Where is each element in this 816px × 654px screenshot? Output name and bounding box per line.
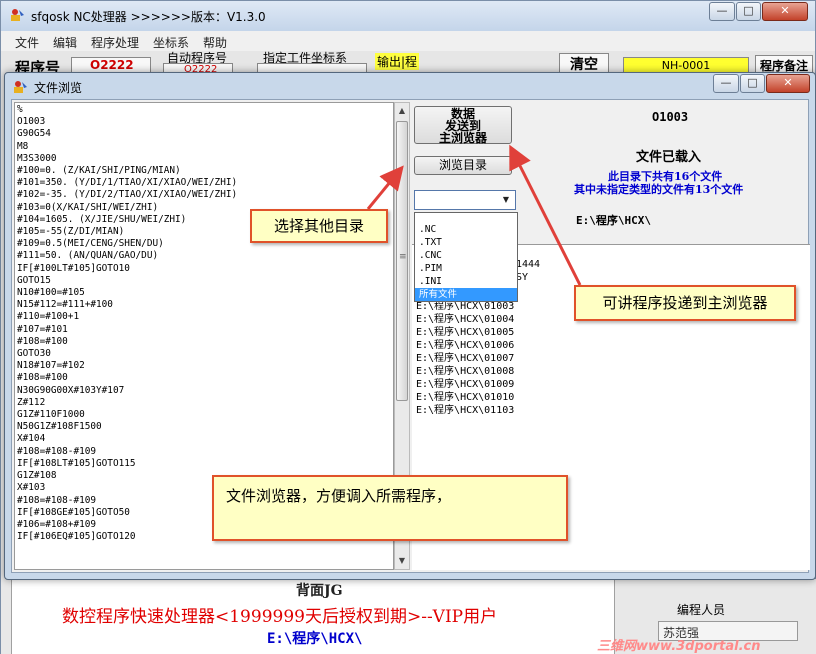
scroll-up-arrow-icon[interactable]: ▲ [396, 104, 408, 118]
bottom-subtitle: 背面JG [296, 583, 343, 599]
dialog-close-button[interactable]: ✕ [766, 74, 810, 93]
scrollbar-grip-icon: ≡ [399, 252, 407, 262]
main-titlebar: sfqosk NC处理器 >>>>>>版本：V1.3.0 — □ ✕ [1, 1, 815, 31]
main-maximize-button[interactable]: □ [736, 2, 761, 21]
menu-file[interactable]: 文件 [15, 34, 39, 51]
filter-option-txt[interactable]: .TXT [415, 236, 517, 249]
bottom-info-panel: 背面JG 数控程序快速处理器<1999999天后授权到期>--VIP用户 E:\… [11, 579, 615, 654]
filter-option-ini[interactable]: .INI [415, 275, 517, 288]
chevron-down-icon[interactable]: ▼ [499, 193, 513, 207]
list-item[interactable]: 1444 [516, 259, 540, 270]
app-logo-icon [11, 9, 24, 21]
output-label: 输出|程 [375, 53, 420, 70]
callout-file-browser: 文件浏览器，方便调入所需程序， [212, 475, 568, 541]
unspecified-file-count: 其中未指定类型的文件有13个文件 [574, 183, 744, 196]
main-window-title: sfqosk NC处理器 >>>>>>版本：V1.3.0 [31, 10, 266, 24]
filter-option-nc[interactable]: .NC [415, 223, 517, 236]
dialog-minimize-button[interactable]: — [713, 74, 739, 93]
callout-send-to-main: 可讲程序投递到主浏览器 [574, 285, 796, 321]
filter-option-all[interactable]: 所有文件 [415, 288, 517, 301]
menu-edit[interactable]: 编辑 [53, 34, 77, 51]
scrollbar-thumb[interactable]: ≡ [396, 121, 408, 401]
current-directory: E:\程序\HCX\ [576, 214, 651, 227]
file-type-dropdown: .NC .TXT .CNC .PIM .INI 所有文件 [414, 212, 518, 302]
menu-program-process[interactable]: 程序处理 [91, 34, 139, 51]
list-item[interactable]: E:\程序\HCX\01103 [416, 401, 514, 416]
main-bottom-area: 背面JG 数控程序快速处理器<1999999天后授权到期>--VIP用户 E:\… [1, 579, 816, 654]
dialog-titlebar[interactable]: 文件浏览 — □ ✕ [5, 73, 815, 99]
callout-select-directory: 选择其他目录 [250, 209, 388, 243]
loaded-program-number: O1003 [652, 110, 689, 124]
loaded-status-text: 文件已载入 [636, 150, 702, 165]
main-close-button[interactable]: ✕ [762, 2, 808, 21]
license-banner: 数控程序快速处理器<1999999天后授权到期>--VIP用户 [62, 607, 498, 627]
current-path-label: E:\程序\HCX\ [267, 631, 363, 647]
filter-option-pim[interactable]: .PIM [415, 262, 517, 275]
dialog-maximize-button[interactable]: □ [740, 74, 765, 93]
browse-directory-button[interactable]: 浏览目录 [414, 156, 512, 175]
dialog-app-icon [14, 81, 27, 93]
send-to-main-browser-button[interactable]: 数据 发送到 主浏览器 [414, 106, 512, 144]
filter-option-cnc[interactable]: .CNC [415, 249, 517, 262]
site-watermark: 三维网www.3dportal.cn [597, 639, 761, 654]
programmer-label: 编程人员 [677, 603, 726, 617]
file-type-select[interactable]: ▼ [414, 190, 516, 210]
main-minimize-button[interactable]: — [709, 2, 735, 21]
main-menubar: 文件 编辑 程序处理 坐标系 帮助 [1, 31, 815, 51]
code-text: % O1003 G90G54 M8 M3S3000 #100=0. (Z/KAI… [17, 104, 238, 543]
scroll-down-arrow-icon[interactable]: ▼ [396, 554, 408, 568]
dialog-title: 文件浏览 [34, 81, 83, 95]
send-button-label: 数据 发送到 主浏览器 [438, 107, 487, 145]
